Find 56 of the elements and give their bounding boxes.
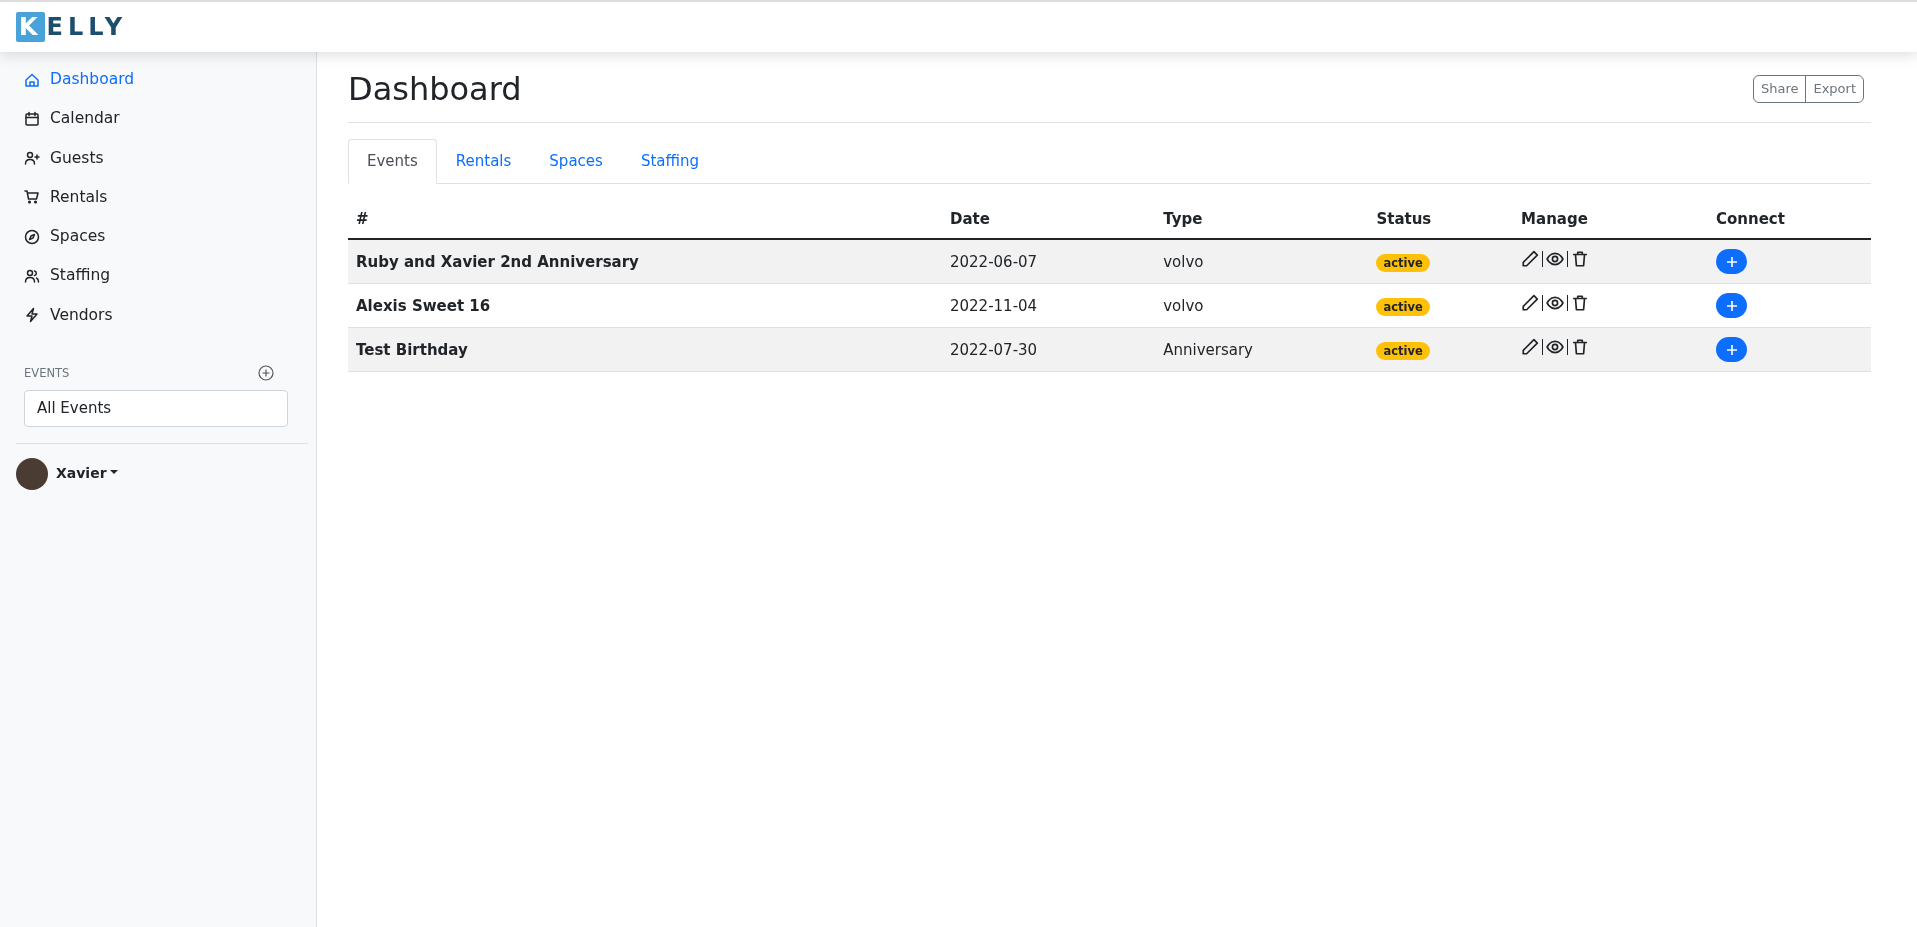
- event-name: Ruby and Xavier 2nd Anniversary: [356, 252, 639, 271]
- home-icon: [24, 71, 40, 88]
- column-header: Type: [1163, 209, 1203, 228]
- calendar-icon: [24, 110, 40, 127]
- column-header: Connect: [1716, 209, 1785, 228]
- events-select[interactable]: All Events: [24, 390, 288, 427]
- column-header: #: [356, 209, 369, 228]
- sidebar-item[interactable]: Guests: [24, 138, 292, 178]
- sidebar-item[interactable]: Staffing: [24, 256, 292, 296]
- tab[interactable]: Spaces: [530, 139, 622, 184]
- toolbar-button[interactable]: Export: [1805, 75, 1864, 103]
- event-name: Alexis Sweet 16: [356, 296, 491, 315]
- lightning-icon: [24, 307, 40, 324]
- trash-icon[interactable]: [1571, 337, 1590, 356]
- status-badge: active: [1376, 297, 1430, 316]
- sidebar-item[interactable]: Dashboard: [24, 60, 292, 100]
- add-button[interactable]: [1716, 337, 1747, 363]
- plus-icon: [1725, 299, 1738, 312]
- toolbar-button[interactable]: Share: [1752, 75, 1807, 103]
- table-cell: 2022-11-04: [949, 296, 1038, 315]
- table-cell: volvo: [1163, 296, 1204, 315]
- pencil-icon[interactable]: [1521, 337, 1540, 356]
- plus-icon: [1725, 343, 1738, 356]
- pencil-icon[interactable]: [1521, 293, 1540, 312]
- pencil-icon[interactable]: [1521, 249, 1540, 268]
- event-name: Test Birthday: [356, 340, 468, 359]
- sidebar-item[interactable]: Calendar: [24, 99, 292, 139]
- avatar: [16, 457, 48, 490]
- user-menu[interactable]: Xavier: [56, 463, 119, 484]
- trash-icon[interactable]: [1571, 249, 1590, 268]
- table-cell: Anniversary: [1163, 340, 1253, 359]
- tab[interactable]: Events: [348, 139, 437, 184]
- person-plus-icon: [24, 150, 40, 167]
- page-title: Dashboard: [348, 70, 522, 109]
- add-button[interactable]: [1716, 249, 1747, 275]
- compass-icon: [24, 228, 40, 245]
- add-button[interactable]: [1716, 293, 1747, 319]
- section-heading: EVENTS: [24, 364, 70, 382]
- plus-icon: [1725, 255, 1738, 268]
- sidebar-item[interactable]: Vendors: [24, 295, 292, 335]
- trash-icon[interactable]: [1571, 293, 1590, 312]
- column-header: Manage: [1521, 209, 1588, 228]
- sidebar-item[interactable]: Spaces: [24, 217, 292, 257]
- column-header: Status: [1376, 209, 1432, 228]
- table-cell: volvo: [1163, 252, 1204, 271]
- tab[interactable]: Staffing: [621, 139, 718, 184]
- cart-icon: [24, 189, 40, 206]
- people-icon: [24, 267, 40, 284]
- status-badge: active: [1376, 341, 1430, 360]
- sidebar-item[interactable]: Rentals: [24, 177, 292, 217]
- column-header: Date: [949, 209, 990, 228]
- table-cell: 2022-06-07: [949, 252, 1038, 271]
- status-badge: active: [1376, 253, 1430, 272]
- table-cell: 2022-07-30: [949, 340, 1038, 359]
- tab[interactable]: Rentals: [436, 139, 531, 184]
- add-circle-icon[interactable]: [258, 365, 274, 382]
